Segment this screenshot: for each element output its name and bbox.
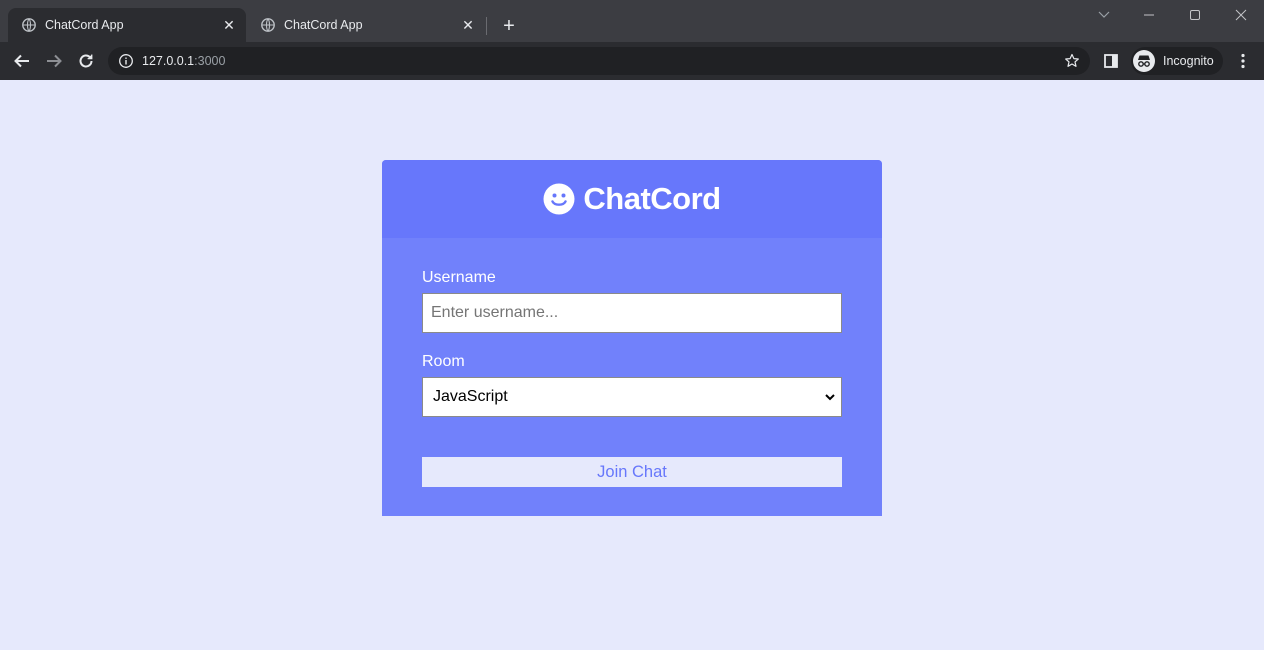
incognito-profile-button[interactable]: Incognito	[1131, 47, 1223, 75]
forward-arrow-icon[interactable]	[42, 49, 66, 73]
incognito-label: Incognito	[1163, 54, 1214, 68]
back-arrow-icon[interactable]	[10, 49, 34, 73]
incognito-icon	[1133, 50, 1155, 72]
chevron-down-icon	[823, 390, 837, 404]
globe-icon	[261, 18, 275, 32]
maximize-icon[interactable]	[1183, 4, 1207, 26]
join-form: Username Room JavaScript Join Chat	[382, 238, 882, 487]
page-viewport: ChatCord Username Room JavaScript Join C…	[0, 80, 1264, 650]
tab-separator	[486, 17, 487, 35]
tab-chatcord-2[interactable]: ChatCord App ✕	[247, 8, 485, 42]
kebab-menu-icon[interactable]	[1233, 51, 1253, 71]
tab-title: ChatCord App	[45, 18, 124, 32]
globe-icon	[22, 18, 36, 32]
address-bar[interactable]: 127.0.0.1:3000	[108, 47, 1090, 75]
url-port: :3000	[194, 54, 226, 68]
site-info-icon[interactable]	[118, 53, 134, 69]
room-select-value: JavaScript	[433, 388, 508, 405]
new-tab-button[interactable]: +	[495, 14, 523, 38]
username-input[interactable]	[422, 293, 842, 333]
room-label: Room	[422, 353, 465, 370]
url-host: 127.0.0.1	[142, 54, 195, 68]
room-select[interactable]: JavaScript	[422, 377, 842, 417]
minimize-icon[interactable]	[1137, 4, 1161, 26]
bookmark-star-icon[interactable]	[1064, 53, 1080, 69]
side-panel-icon[interactable]	[1101, 51, 1121, 71]
card-header: ChatCord	[382, 160, 882, 238]
close-window-icon[interactable]	[1229, 4, 1253, 26]
tab-title: ChatCord App	[284, 18, 363, 32]
browser-toolbar: 127.0.0.1:3000 Incognito	[0, 42, 1264, 80]
username-label: Username	[422, 269, 496, 286]
join-chat-button[interactable]: Join Chat	[422, 457, 842, 487]
tab-close-icon[interactable]: ✕	[221, 17, 237, 33]
reload-icon[interactable]	[74, 49, 98, 73]
tab-chatcord-1[interactable]: ChatCord App ✕	[8, 8, 246, 42]
join-card: ChatCord Username Room JavaScript Join C…	[382, 160, 882, 516]
smile-icon	[543, 183, 575, 215]
tab-search-chevron-icon[interactable]	[1092, 4, 1116, 26]
url-text: 127.0.0.1:3000	[142, 54, 225, 68]
brand-title: ChatCord	[583, 181, 721, 216]
tab-strip: ChatCord App ✕ ChatCord App ✕ +	[0, 0, 1264, 42]
tab-close-icon[interactable]: ✕	[460, 17, 476, 33]
